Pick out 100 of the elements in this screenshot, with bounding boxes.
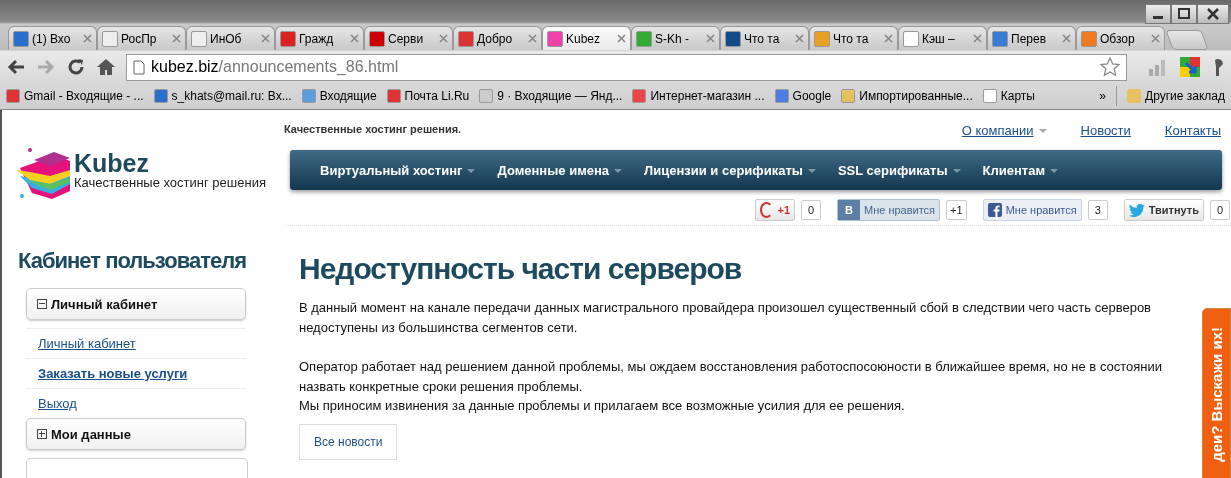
tagline: Качественные хостинг решения. [284,123,463,135]
site-favicon-icon [369,30,385,47]
bookmark-item[interactable]: Импортированные... [841,89,973,103]
site-favicon-icon [458,30,474,47]
article-paragraph: Оператор работает над решением данной проблемы, мы ождаем восстановления работоспосоюности в ближайшее время, но не в состоянии назвать конкретные сроки решения проблемы. [299,358,1164,396]
browser-tab[interactable]: Добро [453,26,542,50]
section-title: Личный кабинет [51,296,158,312]
top-link[interactable]: О компании [961,122,1047,138]
address-field[interactable]: kubez.biz/announcements_86.html [126,53,1127,81]
logo-slogan: Качественные хостинг решения [74,174,266,190]
reload-icon[interactable] [66,57,86,77]
tab-title: Гражд [299,31,335,46]
site-favicon-icon [774,89,789,103]
browser-tab[interactable]: Обзор [1076,26,1165,50]
tab-title: Обзор [1100,31,1136,46]
site-favicon-icon [725,30,741,47]
bookmark-item[interactable]: s_khats@mail.ru: Вх... [153,89,292,103]
url-text: kubez.biz/announcements_86.html [151,58,400,76]
nav-item[interactable]: Лицензии и серификаты [644,162,816,178]
site-favicon-icon [632,89,647,103]
site-favicon-icon [191,30,207,47]
maximize-icon[interactable] [1171,4,1197,24]
browser-tab[interactable]: ИнОб [186,26,275,50]
like-count: 0 [801,200,821,220]
sidebar-link[interactable]: Заказать новые услуги [38,366,188,381]
tab-title: S-Kh - [655,31,690,46]
sidebar-link[interactable]: Личный кабинет [38,336,136,351]
minimize-icon[interactable] [1145,4,1171,24]
like-count: 0 [1210,200,1230,220]
home-icon[interactable] [96,57,116,77]
tab-title: РосПр [121,31,158,46]
browser-tab[interactable]: Кэш – [898,26,987,50]
nav-item[interactable]: Доменные имена [497,162,623,178]
nav-item[interactable]: SSL серификаты [837,162,961,178]
new-tab-button[interactable] [1165,30,1209,50]
like-button[interactable]: В Мне нравится [837,199,941,221]
site-favicon-icon [814,30,830,47]
browser-tab[interactable]: Гражд [275,26,364,50]
bird-icon [1128,203,1145,217]
site-favicon-icon [301,89,316,103]
bookmark-item[interactable]: Gmail - Входящие - ... [6,89,144,103]
site-favicon-icon [6,89,20,103]
browser-tab[interactable]: Что та [809,26,898,50]
browser-tab[interactable]: Серви [364,26,453,50]
site-favicon-icon [636,30,652,47]
browser-tab[interactable]: Что та [720,26,809,50]
browser-tab[interactable]: S-Kh - [631,26,720,50]
site-favicon-icon [13,30,29,47]
site-favicon-icon [102,30,118,47]
article-paragraph: Мы приносим извинения за данные проблемы и прилагаем все возможные усилия для ее решения. [299,397,906,415]
forward-icon[interactable] [36,58,56,76]
like-count: +1 [946,200,967,220]
site-favicon-icon [479,89,494,103]
thumb-f-icon [987,203,1002,217]
all-news-button[interactable]: Все новости [299,423,398,460]
nav-item[interactable]: Виртуальный хостинг [320,162,476,178]
bookmark-item[interactable]: 9 · Входящие — Янд... [479,89,623,103]
top-link[interactable]: Новости [1080,122,1131,138]
browser-tab[interactable]: Kubez [542,26,631,50]
sidebar-link[interactable]: Выход [38,396,77,411]
tab-title: Перев [1011,31,1048,46]
close-icon[interactable] [1197,4,1229,24]
site-favicon-icon [992,30,1008,47]
tweet-button[interactable]: Твитнуть [1123,199,1204,221]
site-favicon-icon [386,89,401,103]
article-paragraph: В данный момент на канале передачи данных магистрального провайдера произошел существенный сбой в следствии чего часть серверов недоступены из большинства сегментов сети. [299,299,1153,337]
tab-title: ИнОб [210,31,243,46]
back-icon[interactable] [6,58,26,76]
browser-tab[interactable]: РосПр [97,26,186,50]
section-header[interactable]: Личный кабинет [26,288,246,320]
bookmark-item[interactable]: Карты [982,89,1035,103]
like-button[interactable]: Мне нравится [982,199,1082,221]
plus-one-button[interactable]: +1 [755,199,795,221]
folder-icon [1127,89,1141,103]
bookmark-item[interactable]: Интернет-магазин ... [632,89,765,103]
logo-name: Kubez [74,150,150,175]
browser-tab[interactable]: (1) Вхо [8,26,97,50]
other-bookmarks-folder[interactable]: Другие заклад [1127,89,1225,103]
nav-item[interactable]: Клиентам [982,162,1058,178]
tab-title: Что та [833,31,870,46]
top-link[interactable]: Контакты [1164,122,1221,138]
tab-title: Серви [388,31,425,46]
tab-title: Kubez [566,31,602,46]
site-favicon-icon [547,30,563,47]
site-favicon-icon [153,89,168,103]
tab-title: (1) Вхо [32,31,72,46]
star-icon[interactable] [1100,57,1120,77]
tab-title: Добро [477,31,514,46]
extension-icon[interactable] [1179,56,1201,78]
section-header[interactable]: Мои данные [26,418,246,450]
like-count: 3 [1087,200,1108,220]
more-bookmarks-button[interactable]: » [1099,89,1106,103]
site-favicon-icon [903,30,919,47]
browser-tab[interactable]: Перев [987,26,1076,50]
bookmark-item[interactable]: Почта Li.Ru [386,89,470,103]
sidebar-title: Кабинет пользователя [18,248,247,274]
bookmark-item[interactable]: Google [774,89,832,103]
tab-title: Кэш – [922,31,956,46]
section-title: Мои данные [51,426,131,442]
bookmark-item[interactable]: Входящие [301,89,377,103]
